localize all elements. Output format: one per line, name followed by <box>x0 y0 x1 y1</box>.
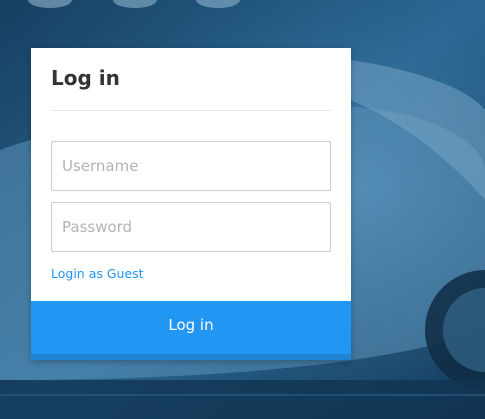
username-input[interactable] <box>51 141 331 191</box>
password-input[interactable] <box>51 202 331 252</box>
title-divider <box>51 110 331 111</box>
login-title: Log in <box>51 66 120 90</box>
login-button[interactable]: Log in <box>31 301 351 360</box>
login-as-guest-link[interactable]: Login as Guest <box>51 266 144 282</box>
login-card: Log in Login as Guest Log in <box>31 48 351 360</box>
